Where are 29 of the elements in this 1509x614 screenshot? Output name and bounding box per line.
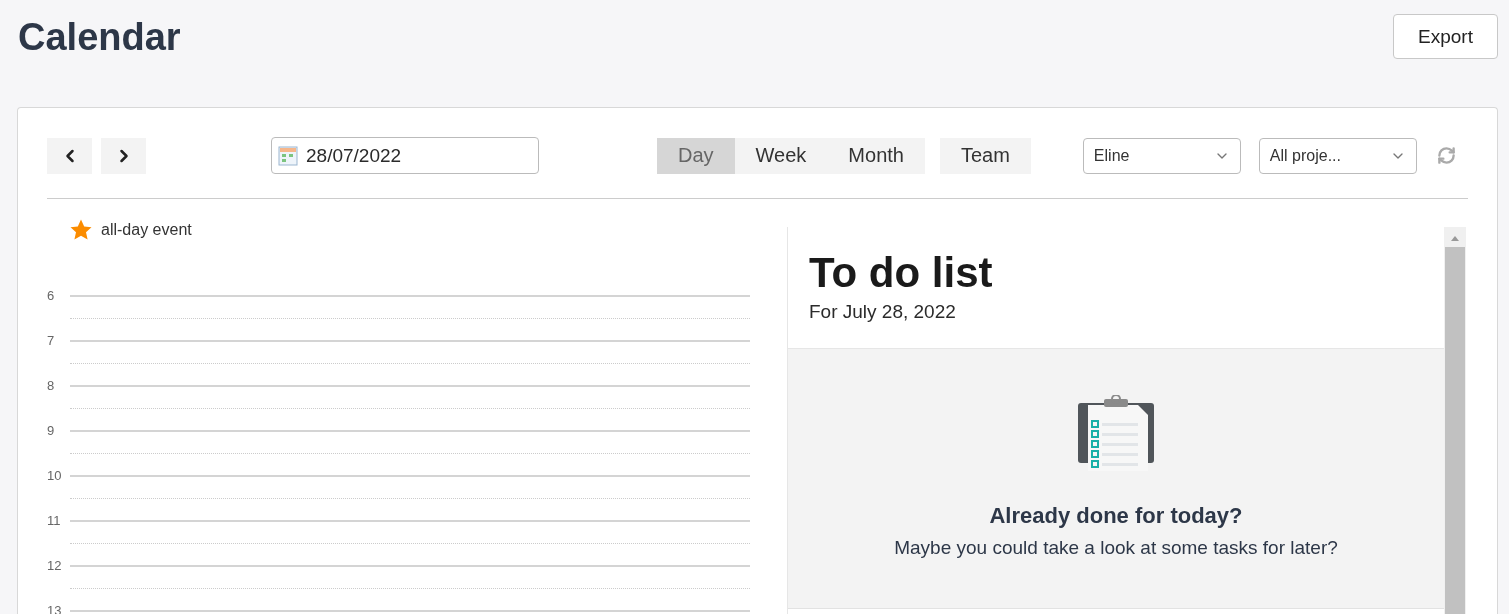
all-day-label: all-day event [101, 221, 192, 239]
date-value: 28/07/2022 [306, 144, 402, 167]
empty-text: Maybe you could take a look at some tasks for later? [894, 537, 1338, 559]
hour-label: 6 [47, 288, 56, 303]
refresh-icon[interactable] [1436, 146, 1456, 165]
team-button[interactable]: Team [939, 137, 1031, 174]
view-tab[interactable]: Day [657, 137, 735, 174]
hour-label: 12 [47, 558, 63, 573]
todo-title: To do list [809, 249, 994, 297]
hour-label: 10 [47, 468, 63, 483]
hour-label: 8 [47, 378, 56, 393]
next-button[interactable] [101, 137, 146, 174]
select-value: Eline [1093, 146, 1130, 165]
hour-label: 9 [47, 423, 56, 438]
clipboard-checklist-icon [1076, 395, 1156, 471]
hour-label: 7 [47, 333, 56, 348]
previous-button[interactable] [47, 137, 92, 174]
page-title: Calendar [18, 15, 181, 60]
calendar-icon [278, 145, 298, 166]
hour-label: 11 [47, 513, 62, 528]
todo-date: For July 28, 2022 [809, 301, 957, 323]
project-select[interactable]: All proje... [1258, 137, 1417, 174]
scroll-up-icon[interactable] [1450, 235, 1460, 243]
select-value: All proje... [1269, 146, 1341, 165]
export-button[interactable]: Export [1393, 14, 1498, 59]
person-select[interactable]: Eline [1082, 137, 1241, 174]
date-field[interactable]: 28/07/2022 [271, 137, 539, 174]
empty-title: Already done for today? [989, 503, 1243, 529]
star-icon [69, 218, 93, 242]
